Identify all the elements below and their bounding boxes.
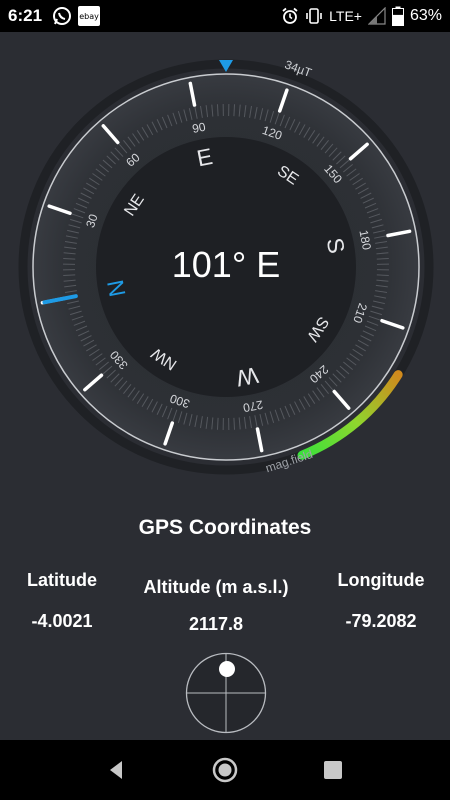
heading-readout: 101° E — [172, 244, 280, 285]
battery-percent: 63% — [409, 7, 442, 24]
altitude-label: Altitude (m a.s.l.) — [143, 577, 289, 597]
gps-title: GPS Coordinates — [138, 516, 312, 539]
vibrate-icon — [306, 8, 322, 24]
home-icon[interactable] — [210, 755, 240, 785]
notification-icons: ebay — [52, 6, 101, 26]
longitude-label: Longitude — [337, 570, 425, 590]
fine-tick — [216, 417, 219, 430]
recents-icon[interactable] — [318, 755, 348, 785]
status-right: LTE+ 63% — [281, 0, 442, 32]
back-icon[interactable] — [102, 755, 132, 785]
battery-icon — [391, 6, 404, 26]
bubble-level — [185, 652, 267, 734]
signal-icon — [367, 7, 386, 25]
fine-tick — [216, 104, 219, 117]
fine-tick — [63, 274, 76, 277]
altitude-value: 2117.8 — [188, 614, 244, 634]
level-bubble — [219, 661, 235, 677]
network-type: LTE+ — [329, 8, 362, 24]
fine-tick — [63, 257, 76, 260]
fine-tick — [233, 417, 236, 430]
whatsapp-icon — [53, 7, 72, 25]
latitude-label: Latitude — [27, 570, 97, 590]
status-bar: 6:21 ebay LTE+ 63% — [0, 0, 450, 32]
fine-tick — [233, 104, 236, 117]
alarm-icon — [282, 7, 298, 24]
fine-tick — [376, 274, 389, 277]
longitude-value: -79.2082 — [345, 611, 417, 631]
compass[interactable]: 30 60 90 120 150 180 210 240 270 300 330 N NE E SE S SW… — [0, 32, 450, 502]
latitude-value: -4.0021 — [31, 611, 93, 631]
ebay-icon: ebay — [78, 6, 101, 26]
fine-tick — [376, 257, 389, 260]
navigation-bar — [0, 740, 450, 800]
status-time: 6:21 — [8, 6, 43, 25]
compass-dial: 306090 120150180210240270300330 NNEESESSW… — [18, 57, 434, 475]
